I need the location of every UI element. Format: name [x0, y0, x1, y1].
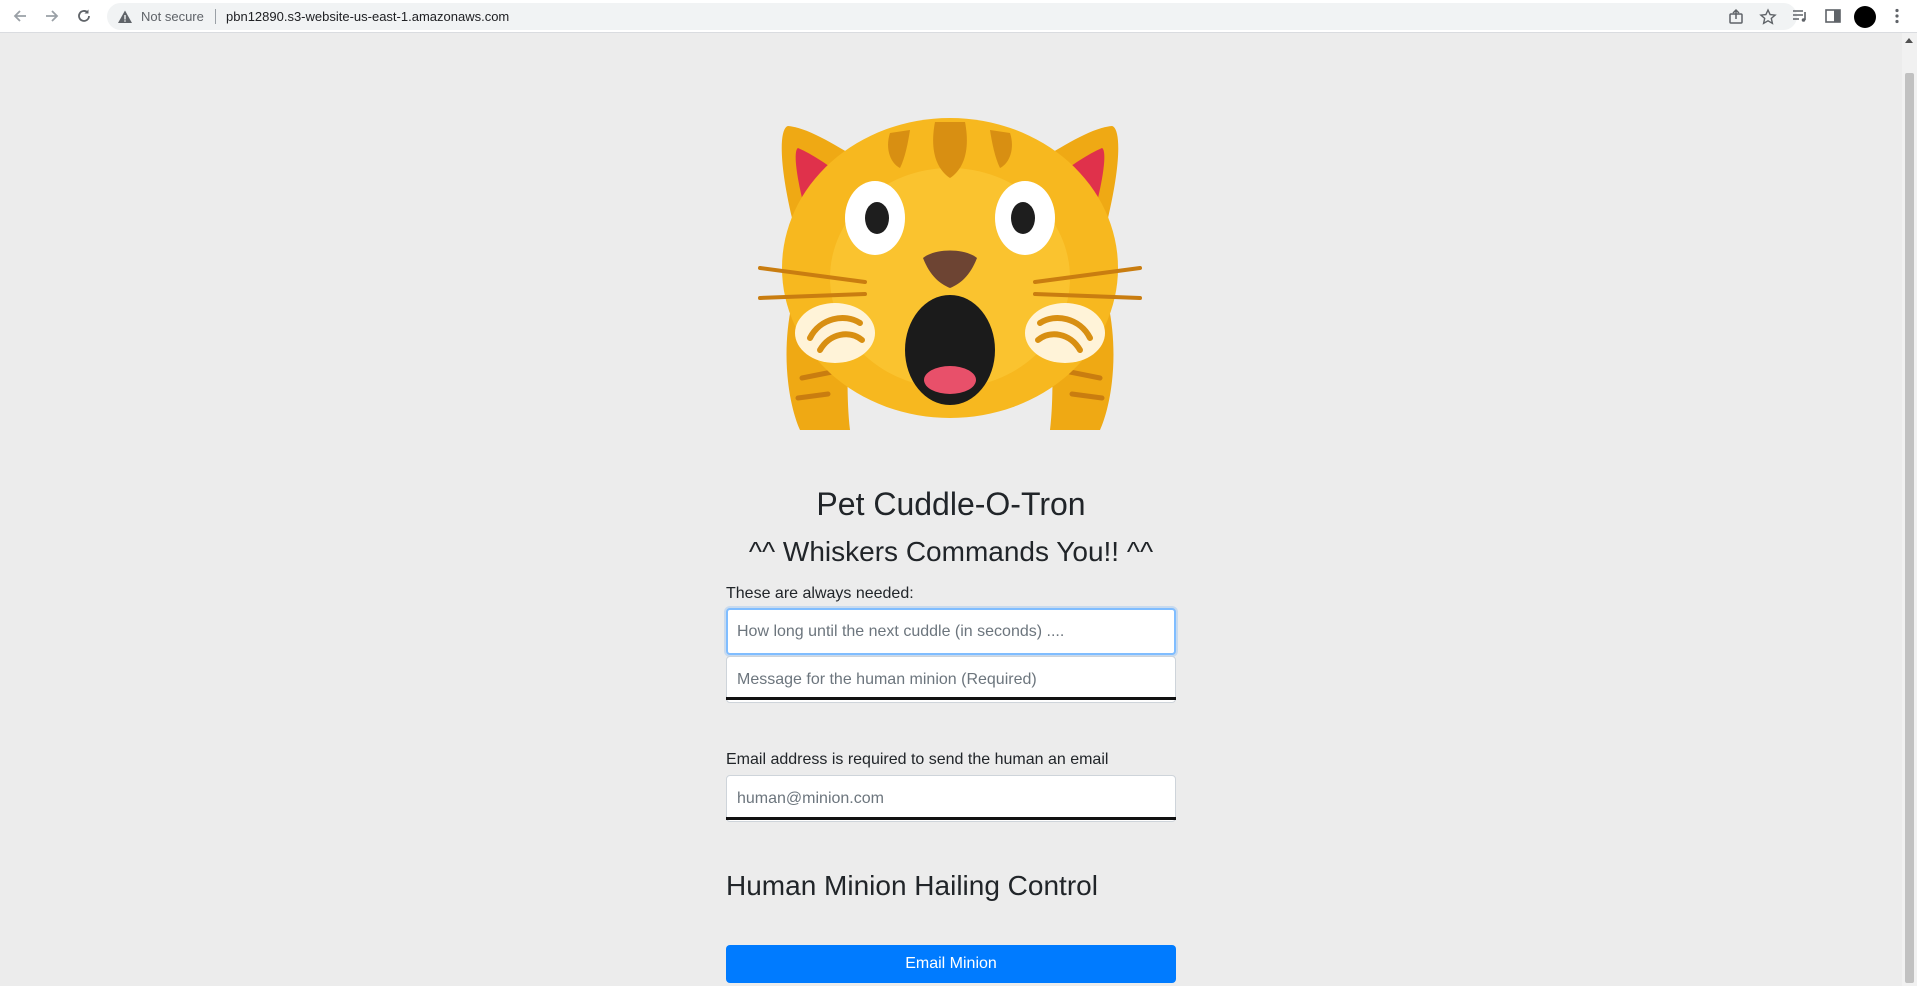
warning-icon[interactable]	[117, 9, 133, 25]
profile-avatar[interactable]	[1854, 6, 1876, 28]
security-status[interactable]: Not secure	[141, 9, 204, 24]
page-scrollbar[interactable]	[1902, 33, 1917, 986]
side-panel-icon[interactable]	[1824, 7, 1842, 25]
section-divider	[726, 697, 1176, 700]
page-content: Pet Cuddle-O-Tron ^^ Whiskers Commands Y…	[0, 34, 1902, 986]
page-title: Pet Cuddle-O-Tron	[816, 486, 1086, 522]
cat-face-emoji	[758, 118, 1142, 430]
wait-seconds-input[interactable]	[726, 608, 1176, 655]
page-subtitle: ^^ Whiskers Commands You!! ^^	[748, 536, 1154, 567]
browser-toolbar: Not secure pbn12890.s3-website-us-east-1…	[0, 0, 1917, 33]
reload-icon[interactable]	[72, 4, 96, 28]
scroll-up-arrow-icon[interactable]	[1905, 38, 1913, 43]
address-separator	[215, 9, 216, 24]
email-input[interactable]	[726, 775, 1176, 822]
share-icon[interactable]	[1727, 8, 1745, 26]
control-heading: Human Minion Hailing Control	[726, 870, 1098, 901]
address-bar[interactable]: Not secure pbn12890.s3-website-us-east-1…	[107, 3, 1797, 30]
email-required-label: Email address is required to send the hu…	[726, 751, 1109, 768]
star-icon[interactable]	[1759, 8, 1777, 26]
message-input[interactable]	[726, 656, 1176, 703]
back-icon[interactable]	[8, 4, 32, 28]
forward-icon[interactable]	[40, 4, 64, 28]
menu-icon[interactable]	[1888, 7, 1906, 25]
scroll-thumb[interactable]	[1905, 73, 1914, 983]
email-minion-button[interactable]: Email Minion	[726, 945, 1176, 983]
section-divider	[726, 817, 1176, 820]
url-text[interactable]: pbn12890.s3-website-us-east-1.amazonaws.…	[226, 9, 509, 24]
reading-list-icon[interactable]	[1791, 7, 1809, 25]
required-fields-label: These are always needed:	[726, 585, 914, 602]
